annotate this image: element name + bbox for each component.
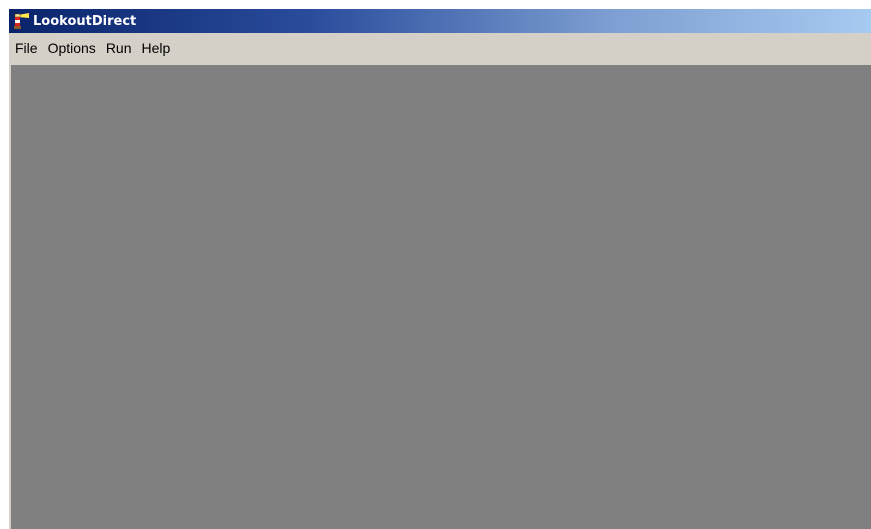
menu-help[interactable]: Help [137, 37, 176, 59]
menu-run[interactable]: Run [101, 37, 137, 59]
mdi-client-area[interactable] [11, 65, 871, 529]
app-window: LookoutDirect File Options Run Help [8, 8, 871, 529]
menu-bar: File Options Run Help [9, 33, 871, 63]
window-title: LookoutDirect [33, 13, 137, 29]
lighthouse-icon[interactable] [12, 12, 30, 30]
title-bar[interactable]: LookoutDirect [9, 9, 871, 33]
menu-file[interactable]: File [10, 37, 43, 59]
menu-options[interactable]: Options [43, 37, 101, 59]
